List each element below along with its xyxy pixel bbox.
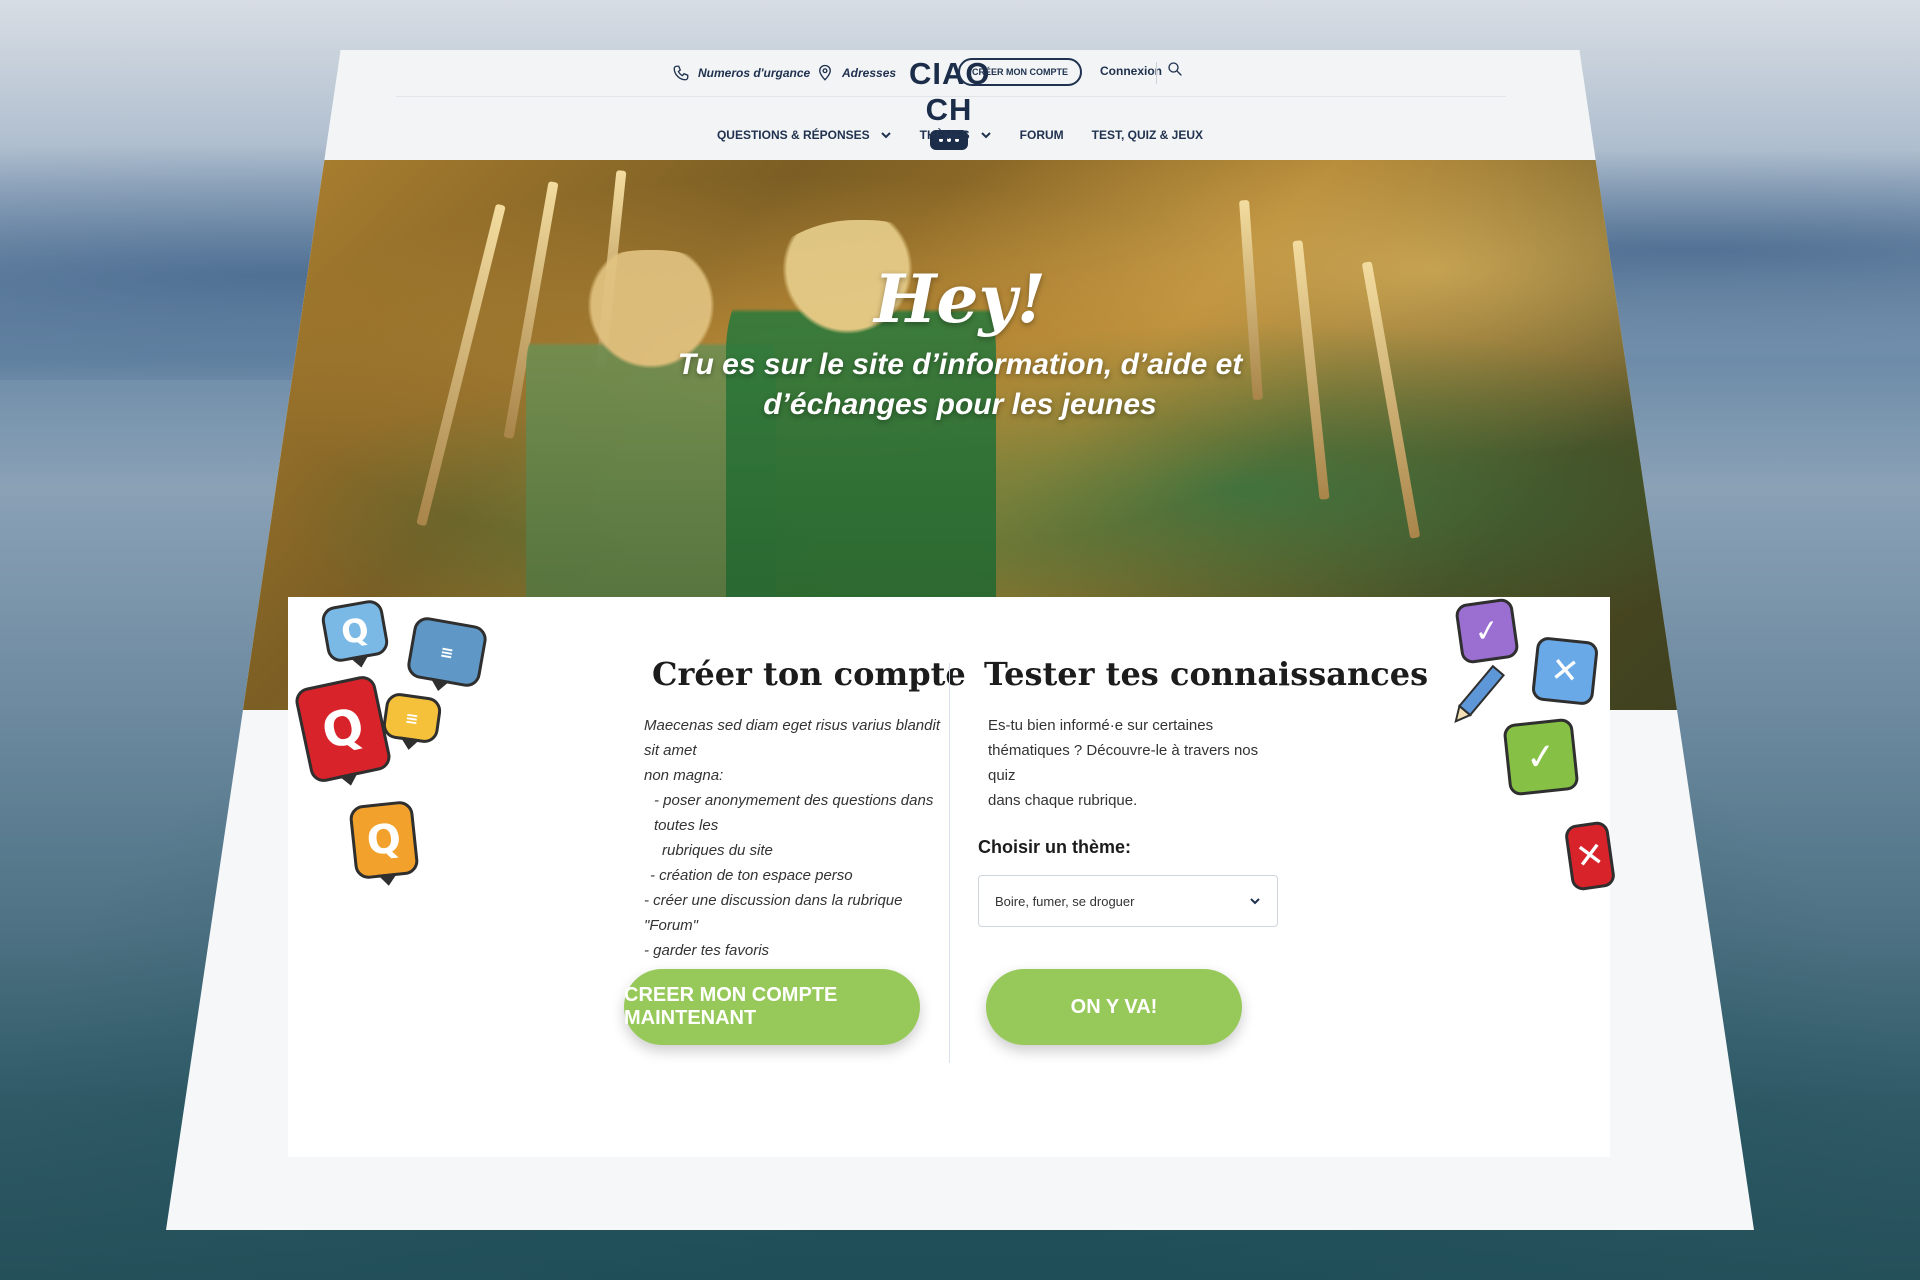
create-account-button[interactable]: CRÉER MON COMPTE (958, 58, 1082, 86)
chevron-down-icon (1250, 898, 1260, 905)
account-bullet: - poser anonymement des questions dans t… (654, 792, 934, 834)
nav-item-test-quiz-jeux[interactable]: TEST, QUIZ & JEUX (1092, 128, 1203, 142)
check-card-icon: ✓ (1502, 717, 1580, 797)
nav-item-forum[interactable]: FORUM (1020, 128, 1064, 142)
create-account-now-button[interactable]: CREER MON COMPTE MAINTENANT (624, 969, 920, 1045)
search-icon (1168, 62, 1182, 76)
check-card-icon: ✓ (1454, 597, 1520, 665)
account-intro-line-2: non magna: (644, 767, 724, 784)
theme-select-value: Boire, fumer, se droguer (995, 893, 1135, 909)
addresses-label: Adresses (842, 66, 897, 80)
nav-label: FORUM (1019, 128, 1064, 142)
hero-subtitle-line-2: d’échanges pour les jeunes (763, 388, 1157, 421)
cards-panel: Q ≡ Q ≡ Q ✓ ✕ ✓ ✕ Créer ton compte Maece… (288, 597, 1617, 1157)
search-button[interactable] (1166, 60, 1184, 83)
cards-divider (949, 663, 950, 1063)
website-mockup: Numeros d'urgance Adresses CIAO CH CRÉER… (166, 50, 1754, 1230)
site-header: Numeros d'urgance Adresses CIAO CH CRÉER… (166, 50, 1754, 170)
question-bubble-icon: Q (319, 598, 391, 664)
account-bullet: - créer une discussion dans la rubrique … (644, 892, 903, 934)
question-bubble-icon: Q (292, 673, 394, 785)
nav-item-themes[interactable]: THÈMES (920, 128, 992, 142)
location-pin-icon (819, 64, 831, 81)
nav-item-questions-reponses[interactable]: QUESTIONS & RÉPONSES (717, 128, 892, 142)
hero-subtitle-line-1: Tu es sur le site d’information, d’aide … (677, 348, 1243, 381)
chevron-down-icon (980, 132, 991, 139)
account-card-description: Maecenas sed diam eget risus varius blan… (644, 713, 944, 963)
theme-select-label: Choisir un thème: (978, 837, 1132, 857)
main-nav: QUESTIONS & RÉPONSES THÈMES FORUM TEST, … (166, 128, 1754, 142)
addresses-link[interactable]: Adresses (816, 64, 896, 82)
quiz-text-line-3: dans chaque rubrique. (988, 792, 1138, 809)
quiz-text-line-2: thématiques ? Découvre-le à travers nos … (988, 742, 1259, 784)
emergency-numbers-link[interactable]: Numeros d'urgance (672, 64, 810, 82)
emergency-numbers-label: Numeros d'urgance (698, 66, 811, 80)
quiz-card-title: Tester tes connaissances (984, 655, 1429, 693)
quiz-text-line-1: Es-tu bien informé·e sur certaines (988, 717, 1214, 734)
theme-select[interactable]: Boire, fumer, se droguer (978, 875, 1278, 927)
account-bullet: - garder tes favoris (644, 942, 770, 959)
chevron-down-icon (880, 132, 891, 139)
nav-label: QUESTIONS & RÉPONSES (716, 128, 870, 142)
quiz-card-description: Es-tu bien informé·e sur certaines théma… (988, 713, 1288, 813)
start-quiz-button[interactable]: ON Y VA! (986, 969, 1242, 1045)
nav-label: THÈMES (919, 128, 970, 142)
account-bullet: - création de ton espace perso (650, 867, 853, 884)
question-bubble-icon: Q (348, 799, 420, 881)
account-card-title: Créer ton compte (652, 655, 966, 693)
login-link[interactable]: Connexion (1100, 64, 1162, 78)
account-intro-line-1: Maecenas sed diam eget risus varius blan… (644, 717, 940, 759)
phone-icon (673, 65, 689, 81)
account-bullet: rubriques du site (662, 842, 773, 859)
message-bubble-icon: ≡ (405, 615, 489, 689)
hero-subtitle: Tu es sur le site d’information, d’aide … (166, 345, 1754, 425)
nav-label: TEST, QUIZ & JEUX (1091, 128, 1204, 142)
hero-greeting: Hey! (874, 260, 1046, 338)
header-divider (1156, 62, 1157, 84)
cross-card-icon: ✕ (1530, 635, 1600, 707)
pencil-icon (1454, 664, 1505, 723)
message-bubble-icon: ≡ (381, 691, 443, 745)
cross-card-icon: ✕ (1563, 820, 1617, 892)
header-separator (396, 96, 1506, 97)
